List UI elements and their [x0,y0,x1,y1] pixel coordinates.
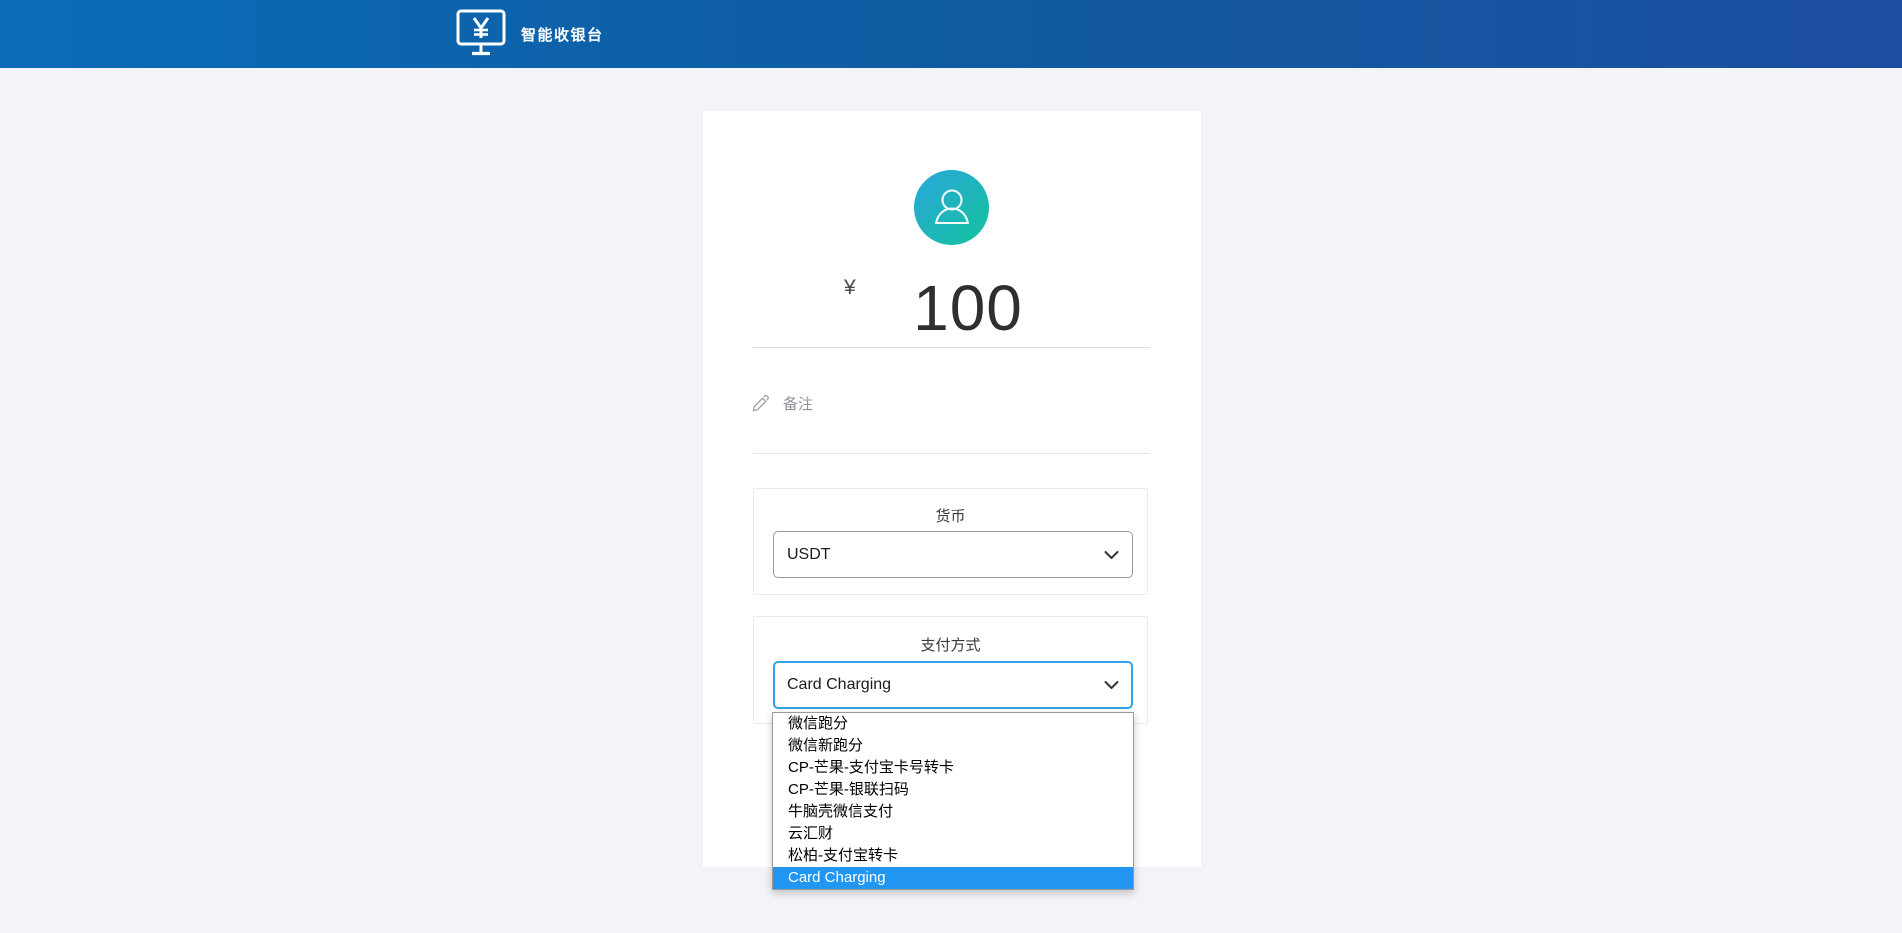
payment-method-section: 支付方式 Card Charging [753,616,1148,724]
app-header: 智能收银台 [0,0,1902,68]
remark-button[interactable]: 备注 [752,393,813,413]
payment-method-section-label: 支付方式 [754,617,1147,655]
currency-select[interactable]: USDT [773,531,1133,578]
pencil-icon [752,395,769,412]
payment-method-select-value: Card Charging [787,676,1104,694]
payment-method-dropdown: 微信跑分 微信新跑分 CP-芒果-支付宝卡号转卡 CP-芒果-银联扫码 牛脑壳微… [772,712,1134,890]
avatar [914,170,989,245]
dropdown-option[interactable]: 牛脑壳微信支付 [773,801,1133,823]
remark-label: 备注 [783,393,813,414]
payment-card: ¥ 100 备注 货币 USDT 支付方式 Card Charging 微信跑分 [703,111,1201,867]
monitor-yuan-icon [455,8,507,60]
currency-select-value: USDT [787,546,1104,564]
dropdown-option-highlighted[interactable]: Card Charging [773,867,1133,889]
dropdown-option[interactable]: 微信跑分 [773,713,1133,735]
dropdown-option[interactable]: CP-芒果-支付宝卡号转卡 [773,757,1133,779]
chevron-down-icon [1104,680,1119,690]
currency-section-label: 货币 [754,489,1147,526]
payment-method-select[interactable]: Card Charging [773,661,1133,709]
chevron-down-icon [1104,550,1119,560]
divider [753,453,1150,454]
amount-input[interactable]: 100 [753,271,1150,348]
currency-section: 货币 USDT [753,488,1148,595]
dropdown-option[interactable]: CP-芒果-银联扫码 [773,779,1133,801]
app-title: 智能收银台 [521,24,604,45]
dropdown-option[interactable]: 微信新跑分 [773,735,1133,757]
dropdown-option[interactable]: 松柏-支付宝转卡 [773,845,1133,867]
dropdown-option[interactable]: 云汇财 [773,823,1133,845]
user-icon [929,185,975,231]
